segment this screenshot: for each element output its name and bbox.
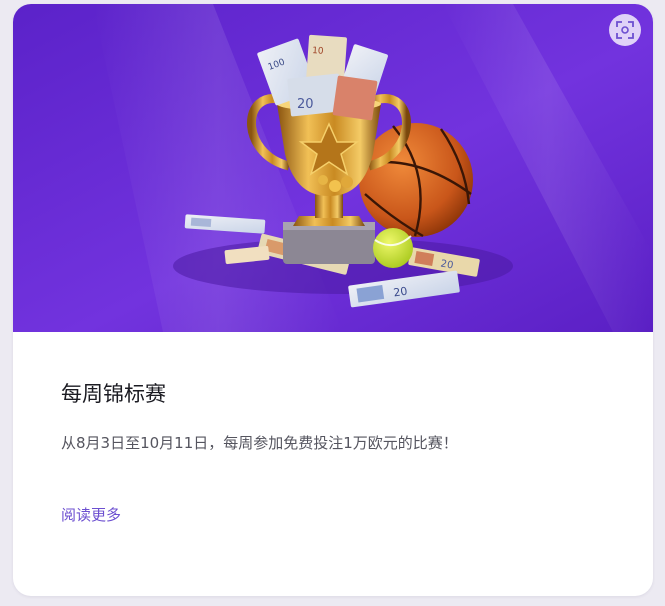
hero-banner: 20 20 20 (13, 4, 653, 332)
focus-scan-icon (616, 21, 634, 39)
promo-description: 从8月3日至10月11日，每周参加免费投注1万欧元的比赛！ (61, 434, 458, 452)
svg-text:20: 20 (393, 285, 409, 300)
read-more-link[interactable]: 阅读更多 (61, 504, 121, 525)
promo-card: 20 20 20 (13, 4, 653, 596)
promo-title: 每周锦标赛 (61, 382, 166, 406)
svg-text:20: 20 (440, 259, 454, 272)
svg-text:20: 20 (297, 97, 314, 112)
scan-button[interactable] (609, 14, 641, 46)
basketball-icon (359, 123, 473, 238)
tennis-ball-icon (373, 228, 413, 268)
svg-text:10: 10 (312, 46, 324, 57)
trophy-illustration: 20 20 20 (13, 4, 653, 332)
